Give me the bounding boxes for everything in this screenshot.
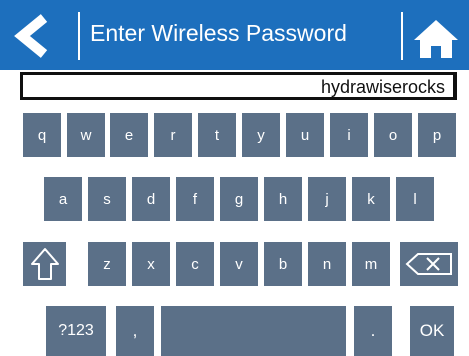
home-button[interactable] (412, 14, 460, 62)
key-u[interactable]: u (286, 113, 324, 157)
key-j[interactable]: j (308, 177, 346, 221)
key-a[interactable]: a (44, 177, 82, 221)
key-g[interactable]: g (220, 177, 258, 221)
key-w[interactable]: w (67, 113, 105, 157)
comma-key[interactable]: , (116, 306, 154, 356)
key-n[interactable]: n (308, 242, 346, 286)
home-icon (414, 20, 458, 58)
ok-key[interactable]: OK (410, 306, 454, 356)
key-p[interactable]: p (418, 113, 456, 157)
key-k[interactable]: k (352, 177, 390, 221)
shift-key[interactable] (23, 242, 66, 286)
key-h[interactable]: h (264, 177, 302, 221)
period-key[interactable]: . (354, 306, 392, 356)
key-v[interactable]: v (220, 242, 258, 286)
chevron-left-icon (14, 14, 48, 58)
key-c[interactable]: c (176, 242, 214, 286)
key-s[interactable]: s (88, 177, 126, 221)
key-q[interactable]: q (23, 113, 61, 157)
key-m[interactable]: m (352, 242, 390, 286)
key-f[interactable]: f (176, 177, 214, 221)
key-d[interactable]: d (132, 177, 170, 221)
key-l[interactable]: l (396, 177, 434, 221)
key-t[interactable]: t (198, 113, 236, 157)
header-divider-right (401, 12, 403, 60)
shift-arrow-icon (30, 248, 59, 280)
header-divider-left (78, 12, 80, 60)
password-value: hydrawiserocks (320, 77, 445, 97)
numbers-mode-key[interactable]: ?123 (46, 306, 106, 356)
key-r[interactable]: r (154, 113, 192, 157)
header-bar: Enter Wireless Password (0, 0, 469, 70)
key-b[interactable]: b (264, 242, 302, 286)
back-button[interactable] (10, 14, 58, 58)
space-key[interactable] (161, 306, 346, 356)
page-title: Enter Wireless Password (90, 20, 347, 46)
key-o[interactable]: o (374, 113, 412, 157)
backspace-key[interactable] (400, 242, 458, 286)
backspace-icon (405, 253, 452, 275)
key-z[interactable]: z (88, 242, 126, 286)
password-input[interactable]: hydrawiserocks (20, 72, 457, 100)
key-e[interactable]: e (110, 113, 148, 157)
key-i[interactable]: i (330, 113, 368, 157)
key-y[interactable]: y (242, 113, 280, 157)
key-x[interactable]: x (132, 242, 170, 286)
